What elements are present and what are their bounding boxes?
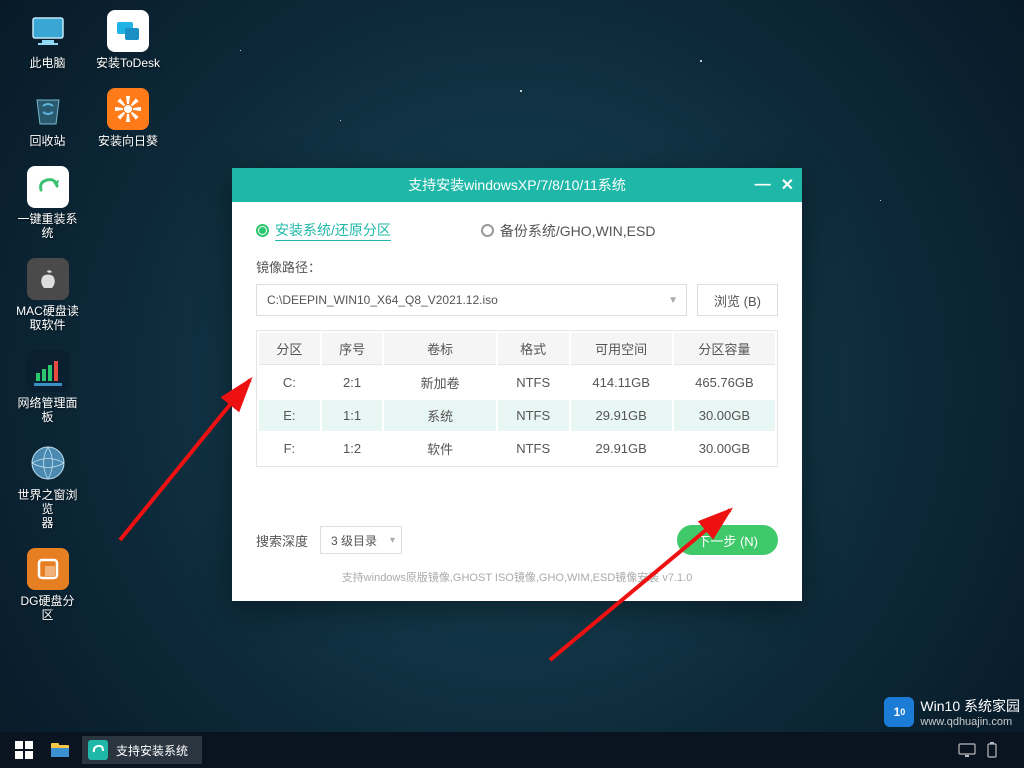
icon-label: DG硬盘分区: [15, 594, 80, 622]
dialog-footer-note: 支持windows原版镜像,GHOST ISO镜像,GHO,WIM,ESD镜像安…: [256, 569, 778, 585]
taskbar-active-task[interactable]: 支持安装系统: [82, 736, 202, 764]
partition-table: 分区 序号 卷标 格式 可用空间 分区容量 C:2:1新加卷NTFS414.11…: [256, 330, 778, 467]
radio-icon: [481, 224, 494, 237]
icon-label: 安装向日葵: [98, 134, 158, 148]
watermark: 10 Win10 系统家园 www.qdhuajin.com: [884, 696, 1020, 728]
icon-network-panel[interactable]: 网络管理面板: [15, 350, 80, 424]
th-cap: 分区容量: [674, 333, 775, 365]
icon-label: 一键重装系统: [15, 212, 80, 240]
icon-label: 网络管理面板: [15, 396, 80, 424]
task-label: 支持安装系统: [116, 742, 188, 759]
radio-label: 备份系统/GHO,WIN,ESD: [500, 221, 656, 241]
search-depth-select[interactable]: 3 级目录: [320, 526, 402, 554]
close-button[interactable]: ✕: [781, 175, 794, 195]
icon-recycle-bin[interactable]: 回收站: [15, 88, 80, 148]
th-seq: 序号: [322, 333, 383, 365]
start-button[interactable]: [6, 732, 42, 768]
icon-label: 此电脑: [29, 56, 65, 70]
th-fmt: 格式: [498, 333, 569, 365]
radio-install-mode[interactable]: 安装系统/还原分区: [256, 220, 391, 241]
chevron-down-icon: ▼: [668, 295, 678, 306]
watermark-brand: Win10 系统家园: [920, 696, 1020, 716]
icon-todesk[interactable]: 安装ToDesk: [90, 10, 166, 70]
tray-battery-icon: [986, 742, 998, 758]
iso-path-dropdown[interactable]: C:\DEEPIN_WIN10_X64_Q8_V2021.12.iso ▼: [256, 284, 687, 316]
radio-backup-mode[interactable]: 备份系统/GHO,WIN,ESD: [481, 220, 656, 241]
icon-dg-partition[interactable]: DG硬盘分区: [15, 548, 80, 622]
th-vol: 卷标: [384, 333, 495, 365]
install-dialog: 支持安装windowsXP/7/8/10/11系统 — ✕ 安装系统/还原分区 …: [232, 168, 802, 601]
table-row[interactable]: F:1:2软件NTFS29.91GB30.00GB: [259, 433, 775, 464]
browse-button[interactable]: 浏览 (B): [697, 284, 778, 316]
radio-label: 安装系统/还原分区: [275, 220, 391, 241]
th-partition: 分区: [259, 333, 320, 365]
table-row[interactable]: E:1:1系统NTFS29.91GB30.00GB: [259, 400, 775, 431]
system-tray[interactable]: [958, 742, 1018, 758]
search-depth-label: 搜索深度: [256, 531, 308, 550]
taskbar: 支持安装系统: [0, 732, 1024, 768]
icon-label: 世界之窗浏览 器: [15, 488, 80, 530]
icon-world-browser[interactable]: 世界之窗浏览 器: [15, 442, 80, 530]
th-free: 可用空间: [571, 333, 672, 365]
next-button[interactable]: 下一步 (N): [677, 525, 778, 555]
task-icon: [88, 740, 108, 760]
depth-value: 3 级目录: [331, 532, 377, 549]
radio-icon: [256, 224, 269, 237]
path-value: C:\DEEPIN_WIN10_X64_Q8_V2021.12.iso: [267, 293, 498, 307]
watermark-url: www.qdhuajin.com: [920, 716, 1020, 728]
table-row[interactable]: C:2:1新加卷NTFS414.11GB465.76GB: [259, 367, 775, 398]
icon-sunflower[interactable]: 安装向日葵: [90, 88, 166, 148]
dialog-title: 支持安装windowsXP/7/8/10/11系统: [408, 175, 626, 195]
icon-label: MAC硬盘读 取软件: [16, 304, 79, 332]
tray-monitor-icon: [958, 743, 976, 757]
taskbar-explorer[interactable]: [42, 732, 78, 768]
watermark-logo: 10: [884, 697, 914, 727]
icon-this-pc[interactable]: 此电脑: [15, 10, 80, 70]
dialog-titlebar[interactable]: 支持安装windowsXP/7/8/10/11系统 — ✕: [232, 168, 802, 202]
icon-mac-disk[interactable]: MAC硬盘读 取软件: [15, 258, 80, 332]
path-label: 镜像路径：: [256, 257, 778, 276]
icon-label: 安装ToDesk: [96, 56, 160, 70]
icon-label: 回收站: [29, 134, 65, 148]
minimize-button[interactable]: —: [755, 176, 771, 194]
icon-reinstall-system[interactable]: 一键重装系统: [15, 166, 80, 240]
